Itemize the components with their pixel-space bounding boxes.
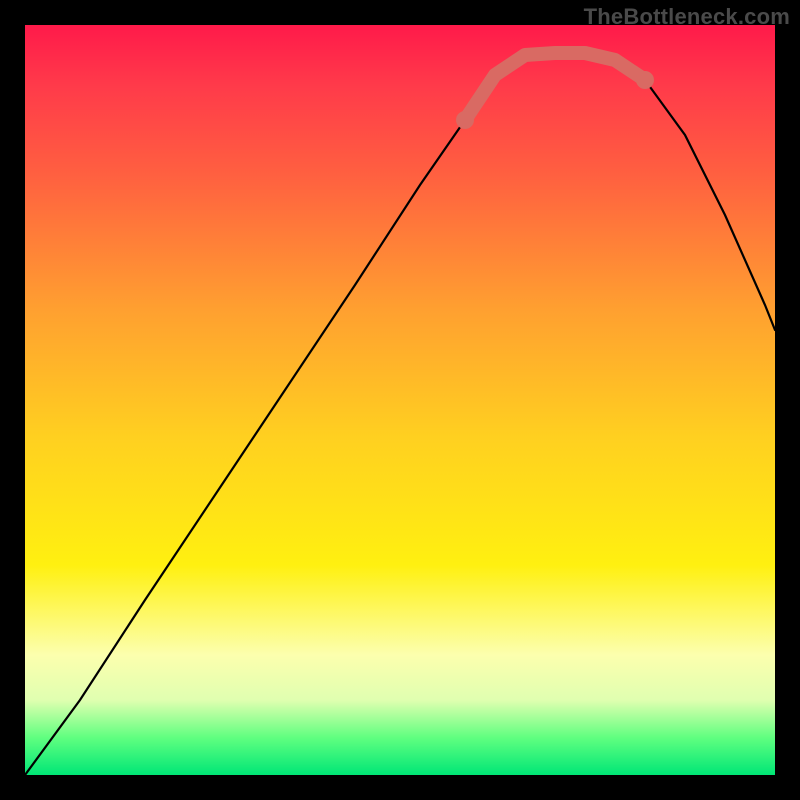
bottleneck-curve-path: [25, 53, 775, 775]
chart-svg: [25, 25, 775, 775]
sweet-spot-highlight: [465, 53, 645, 120]
sweet-spot-dot-end: [636, 71, 654, 89]
sweet-spot-dot-start: [456, 111, 474, 129]
